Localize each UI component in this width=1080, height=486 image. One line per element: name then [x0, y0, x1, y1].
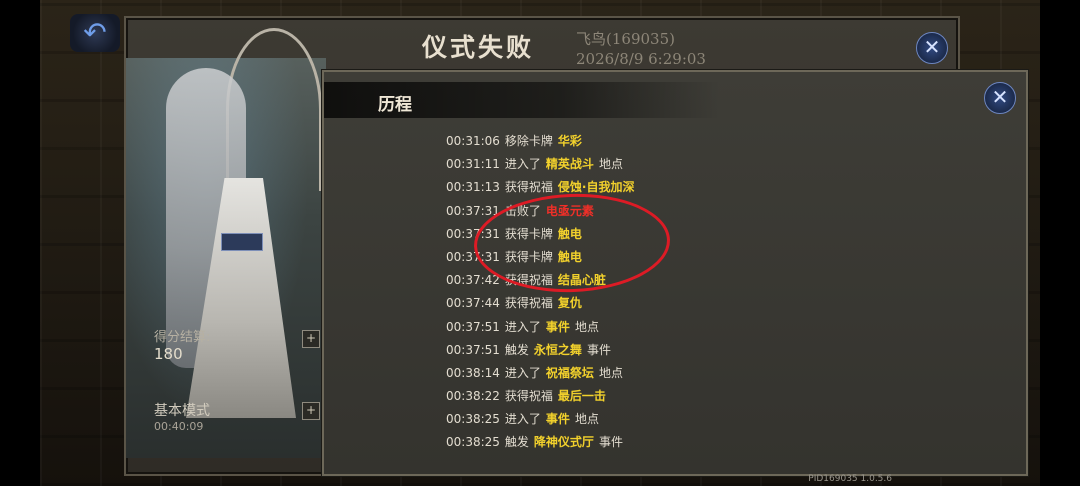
history-title: 历程	[378, 95, 412, 115]
log-time: 00:37:51	[446, 342, 500, 357]
log-verb: 获得祝福	[504, 180, 553, 195]
result-datetime: 2026/8/9 6:29:03	[576, 50, 706, 68]
log-verb: 触发	[504, 342, 529, 357]
log-time: 00:38:25	[446, 435, 500, 450]
log-verb: 触发	[504, 435, 529, 450]
log-verb: 移除卡牌	[504, 134, 553, 148]
plus-icon[interactable]: +	[302, 330, 320, 348]
result-title: 仪式失败	[422, 33, 535, 62]
list-item: 00:37:51 触发 永恒之舞 事件	[446, 339, 916, 362]
back-arrow-icon[interactable]: ↶	[70, 14, 120, 52]
log-suffix: 地点	[574, 412, 599, 427]
log-suffix: 事件	[598, 435, 623, 450]
log-verb: 进入了	[504, 365, 541, 380]
log-time: 00:31:13	[446, 180, 500, 195]
history-log-list[interactable]: 00:31:06 移除卡牌 华彩 00:31:11 进入了 精英战斗 地点 00:31:1…	[446, 116, 916, 468]
log-target: 最后一击	[557, 389, 606, 404]
character-portrait	[126, 28, 326, 458]
version-label: PID169035 1.0.5.6	[808, 474, 892, 484]
log-target: 祝福祭坛	[545, 365, 594, 380]
log-verb: 进入了	[504, 412, 541, 427]
list-item: 00:38:25 触发 降神仪式厅 事件	[446, 431, 916, 454]
log-target: 复仇	[557, 296, 582, 311]
list-item: 00:38:25 进入了 事件 地点	[446, 408, 916, 431]
log-time: 00:38:22	[446, 389, 500, 404]
log-suffix: 地点	[598, 157, 623, 172]
log-time: 00:38:14	[446, 365, 500, 380]
log-suffix: 事件	[586, 342, 611, 357]
log-time: 00:31:06	[446, 134, 500, 148]
log-time: 00:37:44	[446, 296, 500, 311]
log-target: 永恒之舞	[533, 342, 582, 357]
log-verb: 进入了	[504, 319, 541, 334]
log-suffix: 地点	[574, 319, 599, 334]
mode-label: 基本模式	[154, 403, 210, 419]
log-target: 侵蚀·自我加深	[557, 180, 635, 195]
list-item: 00:31:11 进入了 精英战斗 地点	[446, 153, 916, 176]
close-icon[interactable]: ✕	[916, 32, 948, 64]
list-item: 00:31:13 获得祝福 侵蚀·自我加深	[446, 176, 916, 199]
log-verb: 进入了	[504, 157, 541, 172]
log-time: 00:37:51	[446, 319, 500, 334]
game-scene: ↶ 仪式失败 飞鸟(169035) 2026/8/9 6:29:03 ✕ 得分结…	[40, 0, 1040, 486]
plus-icon[interactable]: +	[302, 402, 320, 420]
log-target: 降神仪式厅	[533, 435, 594, 450]
history-panel: 历程 ✕ 00:31:06 移除卡牌 华彩 00:31:11 进入了 精英战斗 地点 00…	[322, 70, 1028, 476]
log-target: 事件	[545, 319, 570, 334]
player-name: 飞鸟(169035)	[576, 30, 675, 48]
list-item: 00:38:22 获得祝福 最后一击	[446, 385, 916, 408]
mode-time: 00:40:09	[154, 420, 204, 433]
score-label: 得分结算:	[154, 330, 211, 345]
log-target: 华彩	[557, 134, 582, 148]
list-item: 00:38:14 进入了 祝福祭坛 地点	[446, 362, 916, 385]
log-time: 00:31:11	[446, 157, 500, 172]
list-item: 00:37:44 获得祝福 复仇	[446, 292, 916, 315]
log-target: 事件	[545, 412, 570, 427]
log-verb: 获得祝福	[504, 389, 553, 404]
log-verb: 获得祝福	[504, 296, 553, 311]
close-icon[interactable]: ✕	[984, 82, 1016, 114]
log-target: 精英战斗	[545, 157, 594, 172]
list-item: 00:31:06 移除卡牌 华彩	[446, 130, 916, 153]
list-item: 00:37:51 进入了 事件 地点	[446, 316, 916, 339]
list-item-partial	[446, 116, 916, 130]
log-time: 00:37:42	[446, 273, 500, 288]
log-suffix: 地点	[598, 365, 623, 380]
character-belt-art	[221, 233, 263, 251]
history-header: 历程	[324, 82, 720, 118]
log-time: 00:38:25	[446, 412, 500, 427]
score-value: 180	[154, 345, 183, 363]
